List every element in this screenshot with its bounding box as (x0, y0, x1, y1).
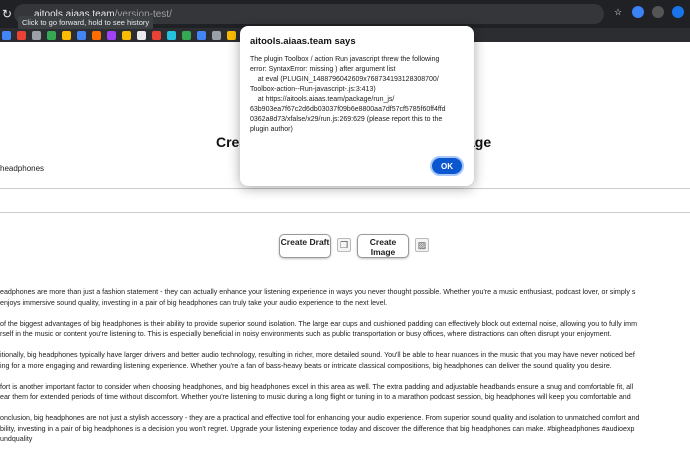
dialog-line: 0362a8d73/xfalse/x29/run.js:269:629 (ple… (250, 116, 443, 123)
alert-dialog: aitools.aiaas.team says The plugin Toolb… (240, 26, 474, 186)
ok-button[interactable]: OK (430, 156, 464, 176)
forward-tooltip: Click to go forward, hold to see history (18, 16, 154, 29)
dialog-line: Toolbox-action--Run-javascript-.js:3:413… (250, 86, 376, 93)
dialog-line: plugin author) (250, 126, 293, 133)
dialog-line: at eval (PLUGIN_1488796042609x7687341931… (250, 76, 439, 83)
dialog-title: aitools.aiaas.team says (250, 36, 356, 47)
modal-overlay: aitools.aiaas.team says The plugin Toolb… (0, 0, 690, 444)
dialog-line: error: SyntaxError: missing ) after argu… (250, 66, 396, 73)
dialog-line: at https://aitools.aiaas.team/package/ru… (250, 96, 395, 103)
dialog-message: The plugin Toolbox / action Run javascri… (250, 55, 464, 135)
dialog-line: The plugin Toolbox / action Run javascri… (250, 56, 440, 63)
dialog-line: 63b903ea7f67c2d6db03037f09b6e8800aa7df57… (250, 106, 446, 113)
